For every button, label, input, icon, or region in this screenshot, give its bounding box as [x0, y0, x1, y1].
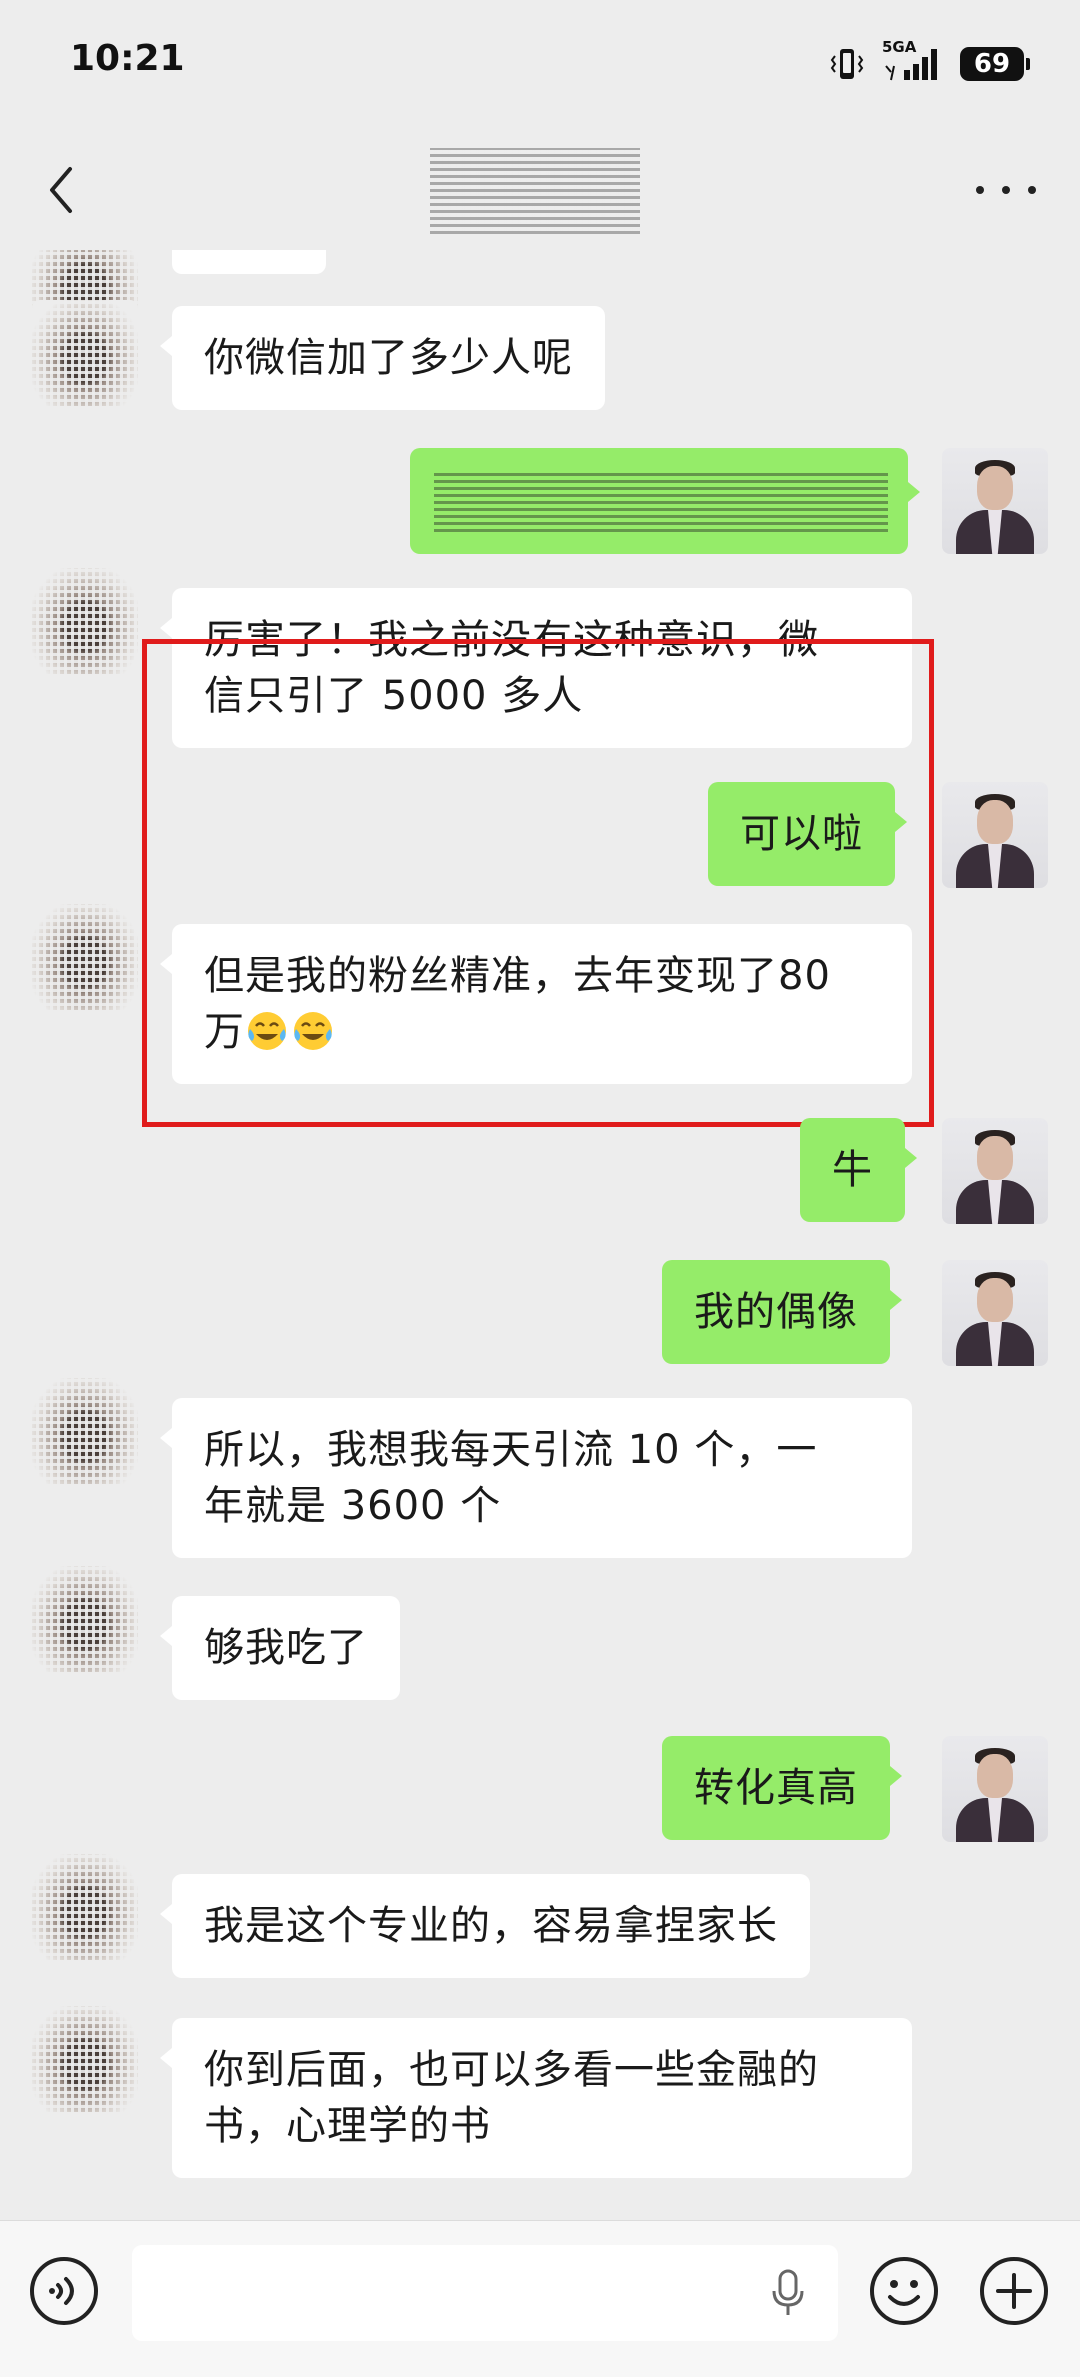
message-bubble-partial — [172, 250, 326, 274]
highlight-box — [142, 639, 934, 1127]
contact-avatar[interactable] — [32, 1378, 138, 1484]
contact-avatar[interactable] — [32, 2006, 138, 2112]
message-bubble-incoming[interactable]: 你微信加了多少人呢 — [160, 306, 605, 410]
message-bubble-incoming[interactable]: 够我吃了 — [160, 1596, 400, 1700]
input-bar — [0, 2220, 1080, 2377]
message-line: 年就是 3600 个 — [204, 1483, 502, 1529]
message-bubble-outgoing[interactable]: 牛 — [800, 1118, 917, 1222]
plus-button[interactable] — [978, 2255, 1050, 2327]
self-avatar[interactable] — [942, 782, 1048, 888]
contact-avatar[interactable] — [32, 904, 138, 1010]
self-avatar[interactable] — [942, 1260, 1048, 1366]
smiley-icon — [870, 2257, 938, 2325]
status-bar: 10:21 5GA 69 — [0, 0, 1080, 130]
message-line: 你到后面，也可以多看一些金融的 — [204, 2047, 819, 2093]
chat-header — [0, 130, 1080, 250]
message-bubble-incoming[interactable]: 我是这个专业的，容易拿捏家长 — [160, 1874, 810, 1978]
self-avatar[interactable] — [942, 1118, 1048, 1224]
status-time: 10:21 — [70, 38, 185, 79]
contact-avatar[interactable] — [32, 300, 138, 406]
chevron-left-icon — [50, 167, 72, 213]
more-dots-icon — [976, 186, 984, 194]
contact-avatar[interactable] — [32, 1854, 138, 1960]
vibrate-icon — [830, 46, 864, 82]
message-bubble-outgoing[interactable]: 我的偶像 — [662, 1260, 902, 1364]
signal-icon: 5GA — [882, 38, 942, 84]
voice-icon — [30, 2257, 98, 2325]
chat-title-redacted — [430, 148, 640, 234]
contact-avatar[interactable] — [32, 1566, 138, 1672]
message-bubble-incoming[interactable]: 所以，我想我每天引流 10 个，一 年就是 3600 个 — [160, 1398, 912, 1558]
battery-indicator: 69 — [960, 47, 1030, 81]
self-avatar[interactable] — [942, 448, 1048, 554]
message-line: 书，心理学的书 — [204, 2103, 491, 2149]
plus-circle-icon — [980, 2257, 1048, 2325]
message-input[interactable] — [132, 2245, 838, 2341]
back-button[interactable] — [36, 160, 86, 220]
message-list[interactable]: 你微信加了多少人呢 厉害了！我之前没有这种意识，微 信只引了 5000 多人 可… — [0, 250, 1080, 2220]
message-line: 所以，我想我每天引流 10 个，一 — [204, 1427, 818, 1473]
message-bubble-outgoing[interactable]: 转化真高 — [662, 1736, 902, 1840]
voice-button[interactable] — [28, 2255, 100, 2327]
contact-avatar[interactable] — [32, 568, 138, 674]
more-options-button[interactable] — [976, 170, 1036, 210]
message-bubble-incoming[interactable]: 你到后面，也可以多看一些金融的 书，心理学的书 — [160, 2018, 912, 2178]
microphone-icon[interactable] — [768, 2269, 808, 2319]
self-avatar[interactable] — [942, 1736, 1048, 1842]
message-bubble-outgoing-redacted[interactable] — [410, 448, 920, 554]
status-icons: 5GA 69 — [830, 38, 1030, 84]
emoji-button[interactable] — [868, 2255, 940, 2327]
